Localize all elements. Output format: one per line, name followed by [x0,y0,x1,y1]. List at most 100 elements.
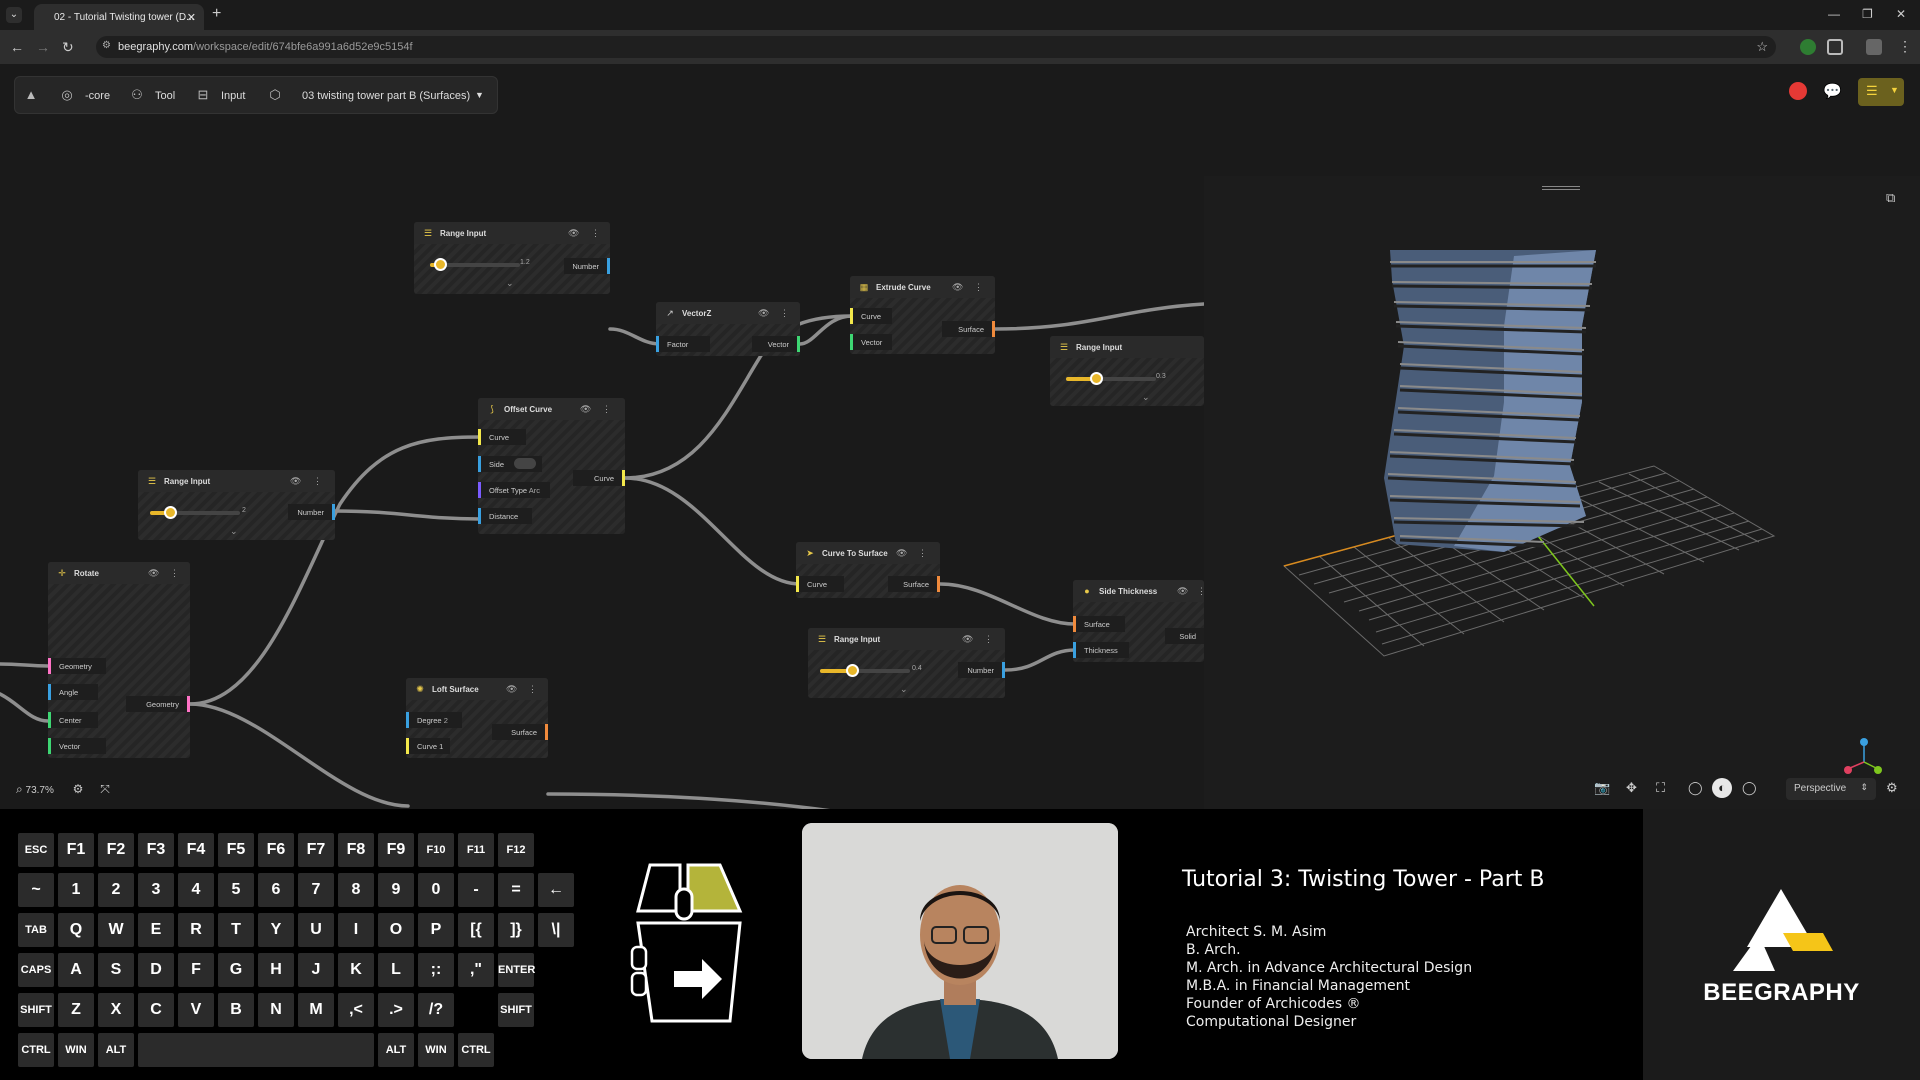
zoom-icon[interactable]: ⌕ [16,782,23,796]
node-extrude-curve[interactable]: ▦ Extrude Curve 👁 ⋮ Curve Vector Surface [850,276,995,354]
core-icon[interactable]: ◎ [59,87,75,103]
node-vectorz[interactable]: ↗ VectorZ 👁 ⋮ Factor Vector [656,302,800,356]
panel-toggle-button[interactable]: ☰ ▼ [1858,78,1904,106]
eye-icon[interactable]: 👁 [952,282,963,293]
eye-icon[interactable]: 👁 [580,404,591,415]
comments-icon[interactable]: 💬 [1823,78,1847,106]
output-port[interactable]: Solid [1165,628,1204,644]
output-port[interactable]: Surface [492,724,548,740]
eye-icon[interactable]: 👁 [1177,586,1188,597]
rendered-shading-icon[interactable]: ◯ [1742,780,1757,796]
project-dropdown-icon[interactable]: ▼ [475,90,484,100]
solid-shading-icon[interactable]: ◐ [1712,778,1732,798]
fit-view-icon[interactable]: ⤧ [100,782,110,796]
node-side-thickness[interactable]: ● Side Thickness 👁 ⋮ Surface Thickness S… [1073,580,1206,662]
input-port[interactable]: Vector [850,334,892,350]
input-port-degree[interactable]: Degree 2 [406,712,462,728]
chevron-down-icon[interactable]: ⌄ [506,278,514,289]
tab-search-icon[interactable]: ⌄ [6,7,22,23]
slider-value[interactable]: 0.3 [1156,373,1166,380]
input-icon[interactable]: ⊟ [195,87,211,103]
output-port[interactable]: Vector [752,336,800,352]
camera-select[interactable]: Perspective ⇕ [1786,778,1876,800]
node-header[interactable] [656,302,800,324]
node-offset-curve[interactable]: ⟆ Offset Curve 👁 ⋮ Curve Side Offset Typ… [478,398,625,534]
orbit-icon[interactable]: ✥ [1626,780,1637,796]
output-port[interactable]: Surface [888,576,940,592]
new-tab-icon[interactable]: + [212,5,221,23]
input-port[interactable]: Distance [478,508,532,524]
profile-icon[interactable] [1866,39,1882,55]
project-icon[interactable]: ⬡ [267,87,283,103]
tab-close-icon[interactable]: ✕ [187,11,196,24]
eye-icon[interactable]: 👁 [758,308,769,319]
slider-value[interactable]: 0.4 [912,665,922,672]
node-menu-icon[interactable]: ⋮ [974,282,983,293]
slider-knob[interactable] [1090,372,1103,385]
output-port[interactable]: Number [958,662,1005,678]
beegraphy-logo-icon[interactable]: ▲ [23,87,39,103]
input-port[interactable]: Thickness [1073,642,1129,658]
eye-icon[interactable]: 👁 [148,568,159,579]
node-menu-icon[interactable]: ⋮ [602,404,611,415]
fullscreen-icon[interactable]: ⛶ [1656,780,1665,796]
slider-knob[interactable] [164,506,177,519]
chevron-down-icon[interactable]: ⌄ [900,684,908,695]
extensions-puzzle-icon[interactable] [1827,39,1843,55]
node-menu-icon[interactable]: ⋮ [528,684,537,695]
node-menu-icon[interactable]: ⋮ [591,228,600,239]
camera-icon[interactable]: 📷 [1594,780,1610,796]
slider-knob[interactable] [434,258,447,271]
extension-grammarly-icon[interactable] [1800,39,1816,55]
core-menu[interactable]: -core [85,90,110,102]
project-name[interactable]: 03 twisting tower part B (Surfaces) [302,90,470,102]
node-rotate[interactable]: ✛ Rotate 👁 ⋮ Geometry Angle Center Vecto… [48,562,190,758]
input-menu[interactable]: Input [221,90,245,102]
value-slider[interactable] [1066,372,1156,385]
browser-menu-icon[interactable]: ⋮ [1898,38,1912,55]
canvas-settings-icon[interactable]: ⚙ [73,782,84,796]
output-port[interactable]: Number [564,258,610,274]
output-port[interactable]: Geometry [126,696,190,712]
bookmark-star-icon[interactable]: ☆ [1756,39,1768,55]
input-port[interactable]: Curve [796,576,844,592]
minimize-icon[interactable]: — [1828,7,1840,21]
node-range-input-1[interactable]: ☰ Range Input 👁 ⋮ 1.2 ⌄ Number [414,222,610,294]
value-slider[interactable] [150,506,240,519]
degree-value[interactable]: 2 [444,716,448,725]
node-menu-icon[interactable]: ⋮ [313,476,322,487]
input-port[interactable]: Curve [478,429,526,445]
forward-icon[interactable]: → [36,39,50,55]
restore-icon[interactable]: ❐ [1862,7,1873,21]
browser-tab[interactable]: 02 - Tutorial Twisting tower (D... ✕ [34,4,204,30]
input-port[interactable]: Curve 1 [406,738,450,754]
chevron-down-icon[interactable]: ⌄ [230,526,238,537]
node-range-input-2[interactable]: ☰ Range Input 0.3 ⌄ [1050,336,1204,406]
node-menu-icon[interactable]: ⋮ [780,308,789,319]
tool-icon[interactable]: ⚇ [129,87,145,103]
reload-icon[interactable]: ↻ [62,39,74,56]
eye-icon[interactable]: 👁 [896,548,907,559]
input-port[interactable]: Geometry [48,658,106,674]
input-port[interactable]: Surface [1073,616,1125,632]
output-port[interactable]: Number [288,504,335,520]
zoom-level[interactable]: 73.7% [26,785,54,796]
node-menu-icon[interactable]: ⋮ [918,548,927,559]
axis-gizmo[interactable] [1844,738,1882,774]
slider-knob[interactable] [846,664,859,677]
value-slider[interactable] [430,258,520,271]
offset-type-select[interactable]: Arc [529,486,540,495]
node-menu-icon[interactable]: ⋮ [984,634,993,645]
input-port[interactable]: Curve [850,308,892,324]
tool-menu[interactable]: Tool [155,90,175,102]
3d-viewport[interactable]: ⧉ 📷 ✥ ⛶ ◯ ◐ ◯ Perspective ⇕ ⚙ [1204,176,1920,809]
slider-value[interactable]: 1.2 [520,259,530,266]
side-toggle[interactable] [514,458,536,469]
close-window-icon[interactable]: ✕ [1896,7,1906,21]
wireframe-shading-icon[interactable]: ◯ [1688,780,1703,796]
node-loft-surface[interactable]: ✺ Loft Surface 👁 ⋮ Degree 2 Curve 1 Surf… [406,678,548,758]
input-port[interactable]: Vector [48,738,106,754]
eye-icon[interactable]: 👁 [962,634,973,645]
node-range-input-3[interactable]: ☰ Range Input 👁 ⋮ 2 ⌄ Number [138,470,335,540]
chevron-down-icon[interactable]: ⌄ [1142,392,1150,403]
